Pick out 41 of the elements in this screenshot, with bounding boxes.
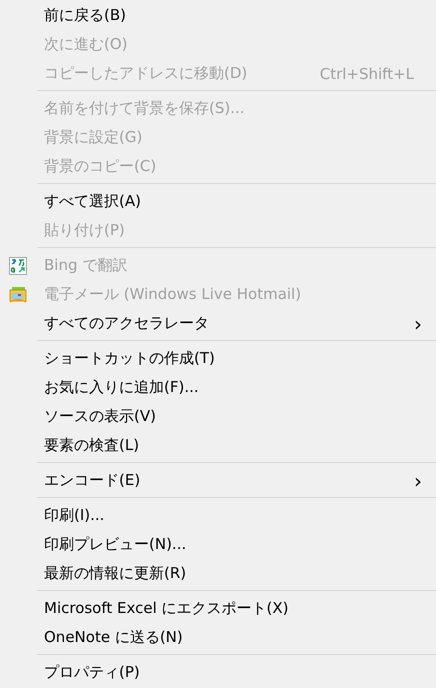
menu-item-label: 背景のコピー(C)	[44, 157, 158, 176]
menu-item[interactable]: 最新の情報に更新(R)	[0, 559, 436, 588]
menu-item[interactable]: ショートカットの作成(T)	[0, 344, 436, 373]
submenu-arrow: ›	[413, 470, 423, 490]
menu-item-label: OneNote に送る(N)	[44, 628, 184, 647]
menu-item-label: 貼り付け(P)	[44, 221, 126, 240]
menu-item[interactable]: 印刷(I)...	[0, 501, 436, 530]
menu-item-label: Bing で翻訳	[44, 256, 128, 275]
menu-item-label: 印刷プレビュー(N)...	[44, 535, 188, 554]
menu-item[interactable]: ソースの表示(V)	[0, 402, 436, 431]
menu-item-label: 名前を付けて背景を保存(S)...	[44, 99, 246, 118]
menu-item[interactable]: 前に戻る(B)	[0, 1, 436, 30]
menu-item[interactable]: 要素の検査(L)	[0, 431, 436, 460]
menu-item-label: ショートカットの作成(T)	[44, 349, 216, 368]
menu-item-label: プロパティ(P)	[44, 663, 141, 682]
menu-item-label: コピーしたアドレスに移動(D)	[44, 64, 248, 83]
menu-item[interactable]: 印刷プレビュー(N)...	[0, 530, 436, 559]
menu-item-label: 次に進む(O)	[44, 35, 129, 54]
menu-item-label: 背景に設定(G)	[44, 128, 144, 147]
menu-item-label: 要素の検査(L)	[44, 436, 140, 455]
menu-item[interactable]: すべて選択(A)	[0, 187, 436, 216]
translate-icon	[9, 257, 27, 275]
menu-item-label: すべて選択(A)	[44, 192, 142, 211]
menu-item-label: Microsoft Excel にエクスポート(X)	[44, 599, 290, 618]
menu-item[interactable]: Microsoft Excel にエクスポート(X)	[0, 594, 436, 623]
submenu-arrow: ›	[413, 314, 423, 334]
menu-item-label: 最新の情報に更新(R)	[44, 564, 188, 583]
menu-item-label: すべてのアクセラレータ	[44, 314, 210, 333]
mail-icon	[9, 286, 27, 304]
menu-item-label: 電子メール (Windows Live Hotmail)	[44, 285, 302, 304]
menu-item-label: お気に入りに追加(F)...	[44, 378, 200, 397]
menu-item-label: エンコード(E)	[44, 471, 142, 490]
menu-item-label: ソースの表示(V)	[44, 407, 157, 426]
menu-item[interactable]: エンコード(E) ›	[0, 466, 436, 495]
menu-item[interactable]: OneNote に送る(N)	[0, 623, 436, 652]
menu-item[interactable]: お気に入りに追加(F)...	[0, 373, 436, 402]
menu-item-label: 印刷(I)...	[44, 506, 106, 525]
menu-item-label: 前に戻る(B)	[44, 6, 127, 25]
shortcut-text: Ctrl+Shift+L	[320, 64, 414, 82]
menu-item[interactable]: すべてのアクセラレータ ›	[0, 309, 436, 338]
menu-item[interactable]: プロパティ(P)	[0, 658, 436, 687]
